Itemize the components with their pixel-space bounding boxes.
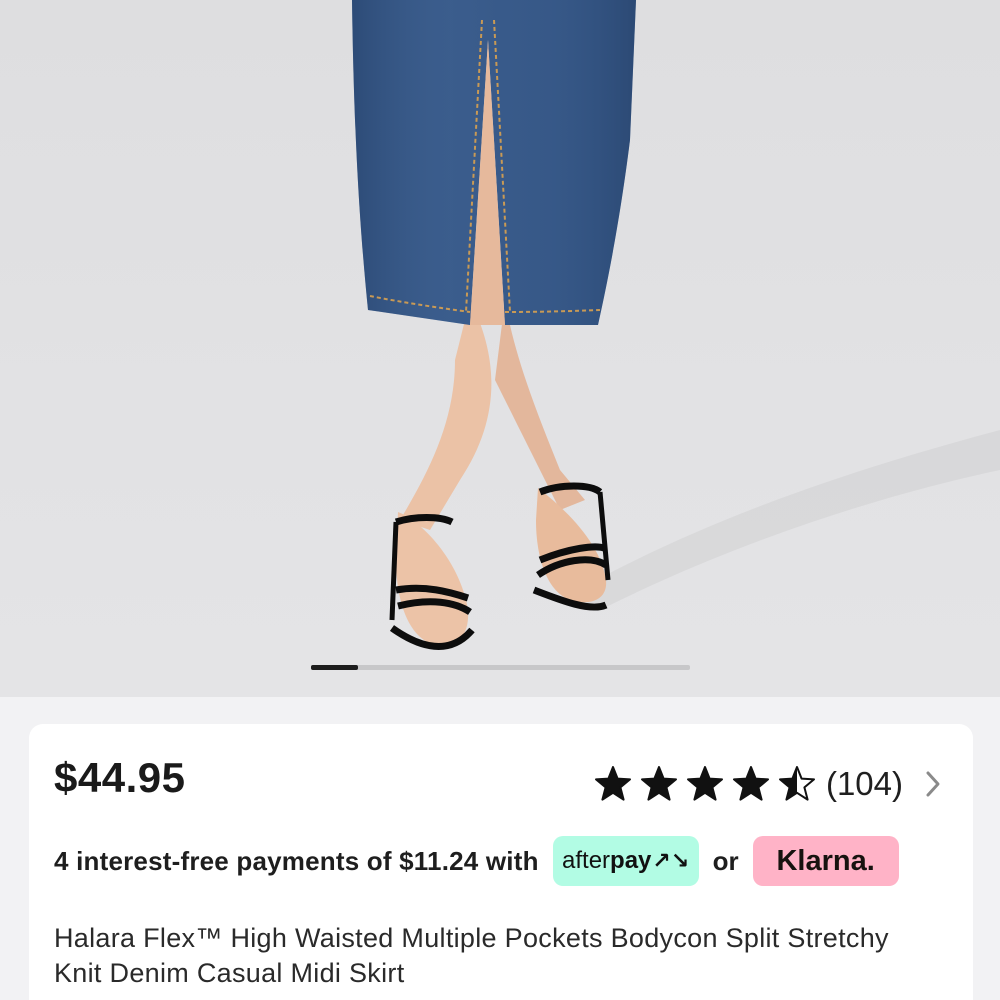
afterpay-label-bold: pay — [610, 847, 652, 874]
installment-payments-row: 4 interest-free payments of $11.24 with … — [54, 835, 899, 887]
product-image-carousel[interactable] — [0, 0, 1000, 697]
star-icon — [640, 766, 677, 801]
or-label: or — [712, 845, 739, 876]
rating-stars — [594, 765, 824, 803]
product-info-card: $44.95 (104) 4 interest-free payments of… — [29, 724, 973, 1000]
rating-summary-link[interactable]: (104) — [594, 764, 943, 804]
star-half-icon — [778, 766, 815, 801]
product-title: Halara Flex™ High Waisted Multiple Pocke… — [54, 923, 889, 988]
star-icon — [732, 766, 769, 801]
carousel-progress-track[interactable] — [311, 665, 690, 670]
afterpay-button[interactable]: after pay ↗↘ — [552, 836, 699, 886]
star-icon — [686, 766, 723, 801]
review-count: (104) — [825, 765, 903, 802]
afterpay-label-light: after — [562, 847, 611, 874]
afterpay-logo-icon: ↗↘ — [652, 848, 690, 873]
product-detail-page: $44.95 (104) 4 interest-free payments of… — [0, 0, 1000, 1000]
product-price: $44.95 — [54, 754, 186, 801]
klarna-button[interactable]: Klarna. — [752, 836, 899, 886]
star-icon — [594, 766, 631, 801]
installment-text: 4 interest-free payments of $11.24 with — [54, 845, 539, 876]
product-photo — [352, 0, 1000, 650]
chevron-right-icon — [926, 771, 940, 797]
klarna-label: Klarna. — [776, 844, 875, 877]
carousel-progress-indicator — [311, 665, 359, 670]
